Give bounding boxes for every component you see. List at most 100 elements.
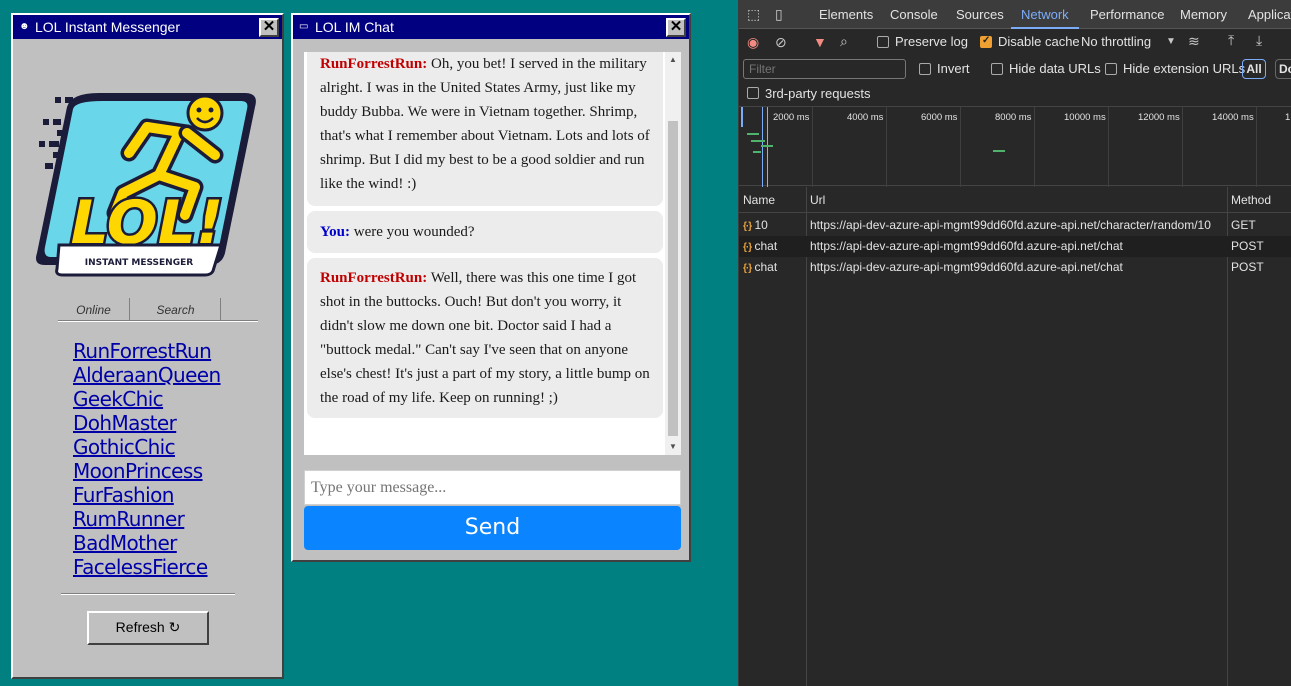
record-icon[interactable]: ◉ (747, 34, 759, 50)
buddy-link[interactable]: RunForrestRun (73, 339, 221, 363)
network-conditions-icon[interactable]: ≋ (1188, 33, 1200, 49)
buddy-link[interactable]: RumRunner (73, 507, 221, 531)
request-url: https://api-dev-azure-api-mgmt99dd60fd.a… (810, 260, 1123, 274)
preserve-log-label: Preserve log (895, 34, 968, 49)
tab-memory[interactable]: Memory (1180, 0, 1227, 29)
chat-message: RunForrestRun: Oh, you bet! I served in … (307, 52, 663, 206)
upload-icon[interactable]: ⤒ (1228, 32, 1234, 48)
request-bar (747, 133, 759, 135)
close-button[interactable]: ✕ (259, 17, 279, 37)
request-table: Name Url Method {·} 10 https://api-dev-a… (739, 187, 1291, 686)
filter-input[interactable] (743, 59, 906, 79)
invert-checkbox[interactable] (919, 63, 931, 75)
hide-data-urls-checkbox[interactable] (991, 63, 1003, 75)
load-event-line (767, 107, 768, 187)
close-icon: ✕ (262, 17, 276, 35)
xhr-icon: {·} (743, 263, 752, 274)
buddy-link[interactable]: BadMother (73, 531, 221, 555)
chat-scrollbar[interactable]: ▲ ▼ (665, 52, 681, 455)
chat-history[interactable]: RunForrestRun: Oh, you bet! I served in … (304, 52, 681, 455)
device-toolbar-icon[interactable]: ▯ (775, 6, 783, 22)
request-bar (751, 140, 765, 142)
tab-performance[interactable]: Performance (1090, 0, 1164, 29)
buddy-link[interactable]: DohMaster (73, 411, 221, 435)
timeline-tick-label: 4000 ms (847, 112, 884, 123)
hide-extension-urls-checkbox[interactable] (1105, 63, 1117, 75)
chat-window-titlebar[interactable]: ▭ LOL IM Chat ✕ (293, 15, 689, 39)
tab-search[interactable]: Search (131, 298, 221, 322)
network-timeline[interactable]: 2000 ms 4000 ms 6000 ms 8000 ms 10000 ms… (739, 106, 1291, 187)
scroll-up-icon[interactable]: ▲ (665, 52, 681, 68)
tab-divider (58, 320, 258, 322)
disable-cache-label: Disable cache (998, 34, 1080, 49)
message-text: Well, there was this one time I got shot… (320, 270, 650, 406)
message-sender: RunForrestRun: (320, 270, 428, 286)
buddy-link[interactable]: AlderaanQueen (73, 363, 221, 387)
buddy-window-titlebar[interactable]: ☻ LOL Instant Messenger ✕ (13, 15, 282, 39)
preserve-log-checkbox[interactable] (877, 36, 889, 48)
inspect-element-icon[interactable]: ⬚ (747, 6, 760, 22)
tab-console[interactable]: Console (890, 0, 938, 29)
timeline-gridline (1182, 107, 1183, 187)
timeline-gridline (1108, 107, 1109, 187)
request-method: POST (1231, 239, 1264, 253)
lol-logo: LOL! INSTANT MESSENGER (27, 75, 267, 290)
timeline-tick-label: 14000 ms (1212, 112, 1254, 123)
filter-icon[interactable]: ▼ (813, 34, 827, 50)
table-row[interactable]: {·} chat https://api-dev-azure-api-mgmt9… (739, 236, 1291, 257)
clear-icon[interactable]: ⊘ (775, 34, 787, 50)
buddy-link[interactable]: MoonPrincess (73, 459, 221, 483)
chat-message: You: were you wounded? (307, 211, 663, 253)
timeline-gridline (960, 107, 961, 187)
message-input[interactable] (304, 470, 681, 505)
chat-icon: ▭ (299, 21, 309, 32)
filter-all-button[interactable]: All (1242, 59, 1266, 79)
dom-content-loaded-line (762, 107, 763, 187)
timeline-tick-label: 10000 ms (1064, 112, 1106, 123)
scroll-down-icon[interactable]: ▼ (665, 439, 681, 455)
request-bar (993, 150, 1005, 152)
timeline-gridline (1034, 107, 1035, 187)
chevron-down-icon[interactable]: ▼ (1166, 34, 1176, 50)
scroll-thumb[interactable] (668, 121, 678, 436)
buddy-link[interactable]: FacelessFierce (73, 555, 221, 579)
send-button[interactable]: Send (304, 506, 681, 550)
timeline-tick-label: 1 (1285, 112, 1291, 123)
table-header: Name Url Method (739, 187, 1291, 213)
tab-application[interactable]: Applicat (1248, 0, 1291, 29)
column-header-url[interactable]: Url (806, 187, 825, 213)
table-row[interactable]: {·} 10 https://api-dev-azure-api-mgmt99d… (739, 215, 1291, 236)
message-text: Oh, you bet! I served in the military al… (320, 56, 650, 192)
buddy-link[interactable]: GothicChic (73, 435, 221, 459)
download-icon[interactable]: ⤓ (1256, 32, 1262, 48)
column-header-name[interactable]: Name (739, 187, 775, 213)
close-button[interactable]: ✕ (666, 17, 686, 37)
third-party-checkbox[interactable] (747, 87, 759, 99)
tab-elements[interactable]: Elements (819, 0, 873, 29)
tab-online[interactable]: Online (58, 298, 130, 322)
third-party-row: 3rd-party requests (739, 83, 1291, 105)
tab-sources[interactable]: Sources (956, 0, 1004, 29)
timeline-tick-label: 6000 ms (921, 112, 958, 123)
column-header-method[interactable]: Method (1227, 187, 1271, 213)
timeline-gridline (886, 107, 887, 187)
request-name: chat (754, 260, 778, 274)
filter-doc-button[interactable]: Do (1275, 59, 1291, 79)
buddy-link[interactable]: GeekChic (73, 387, 221, 411)
request-name: chat (754, 239, 778, 253)
search-icon[interactable]: ⌕ (840, 33, 848, 49)
chat-window-title: LOL IM Chat (315, 19, 394, 35)
throttling-select[interactable]: No throttling (1081, 34, 1151, 49)
timeline-tick-label: 12000 ms (1138, 112, 1180, 123)
table-row[interactable]: {·} chat https://api-dev-azure-api-mgmt9… (739, 257, 1291, 278)
timeline-tick-label: 2000 ms (773, 112, 810, 123)
request-method: POST (1231, 260, 1264, 274)
disable-cache-checkbox[interactable] (980, 35, 992, 48)
invert-label: Invert (937, 61, 970, 76)
request-name: 10 (754, 218, 768, 232)
tab-network[interactable]: Network (1011, 0, 1079, 29)
buddy-link[interactable]: FurFashion (73, 483, 221, 507)
refresh-button[interactable]: Refresh ↻ (87, 611, 209, 645)
buddy-list-window: ☻ LOL Instant Messenger ✕ LOL! INSTANT M… (11, 13, 284, 679)
timeline-tick-label: 8000 ms (995, 112, 1032, 123)
